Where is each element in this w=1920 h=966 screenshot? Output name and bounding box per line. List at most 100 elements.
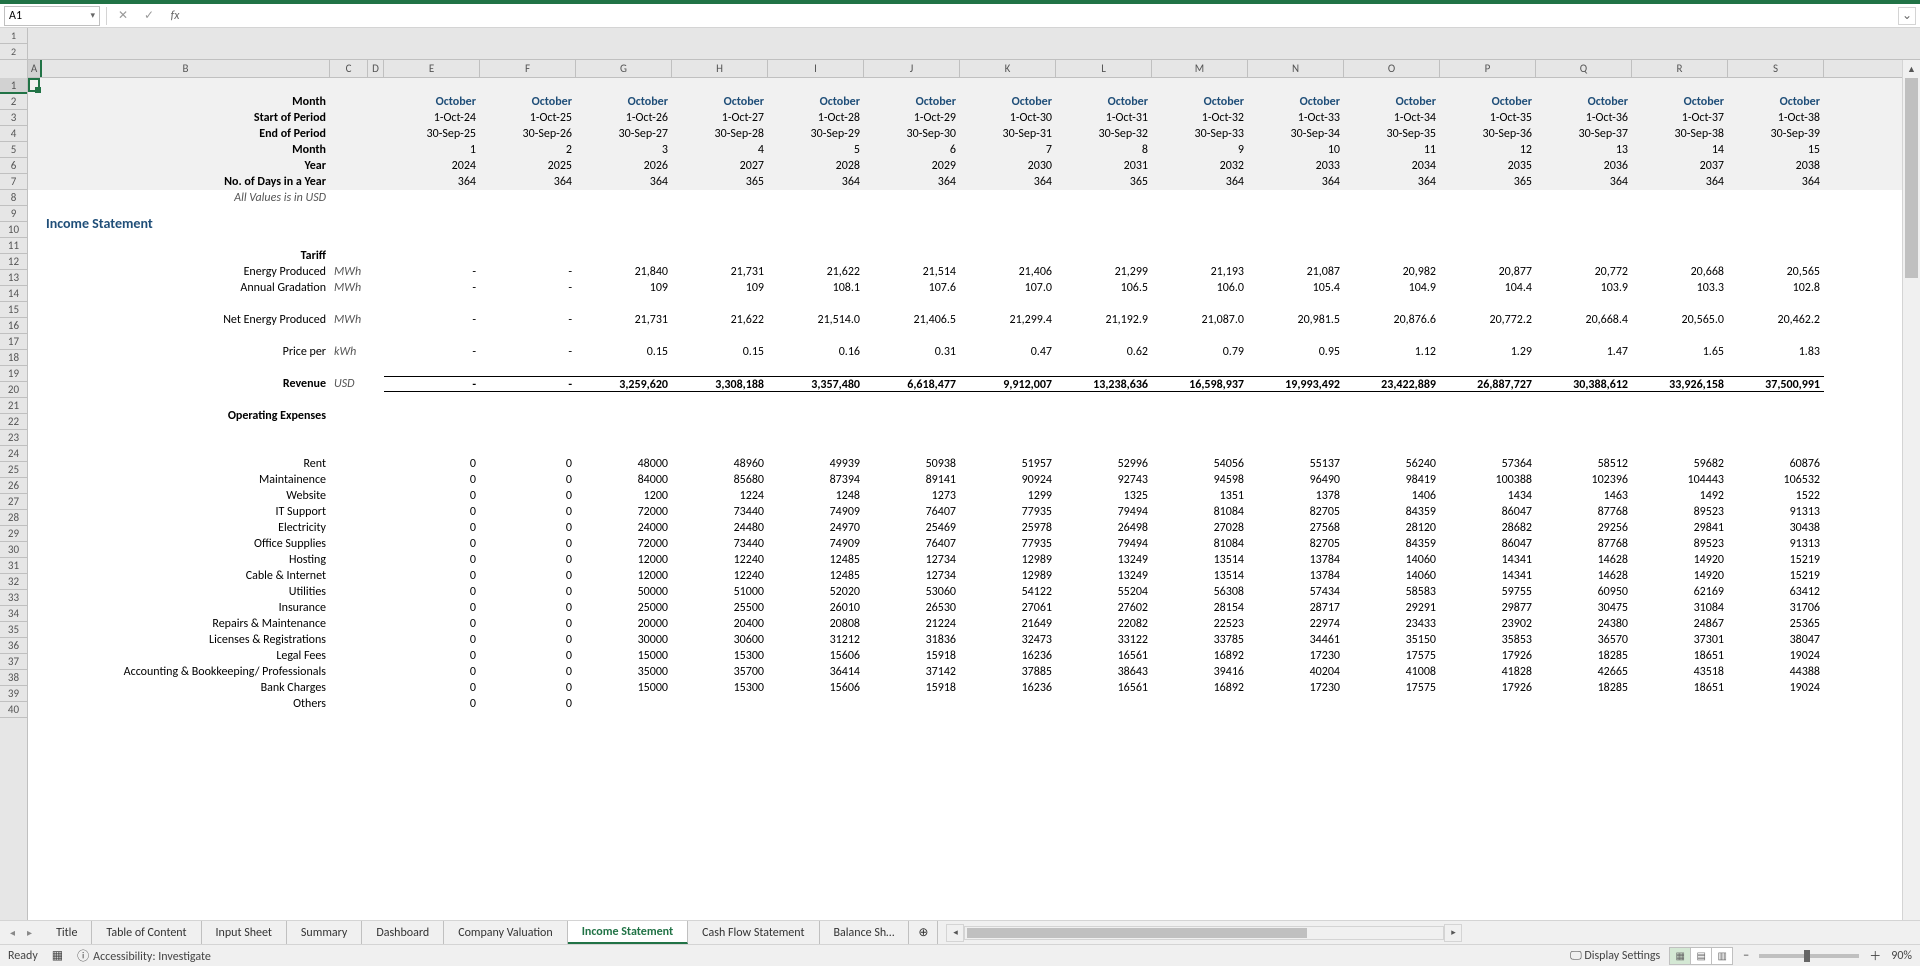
cell[interactable]: 41828: [1440, 664, 1536, 680]
cell[interactable]: 1299: [960, 488, 1056, 504]
cell[interactable]: [960, 190, 1056, 206]
cell[interactable]: 30-Sep-38: [1632, 126, 1728, 142]
cell[interactable]: 51000: [672, 584, 768, 600]
cell[interactable]: [768, 360, 864, 376]
cell[interactable]: [28, 440, 42, 456]
cell[interactable]: 56308: [1152, 584, 1248, 600]
cell[interactable]: Bank Charges: [42, 680, 330, 696]
cell[interactable]: [368, 78, 384, 94]
cell[interactable]: [28, 142, 42, 158]
column-header[interactable]: L: [1056, 60, 1152, 77]
row-header[interactable]: 38: [0, 670, 27, 686]
cell[interactable]: [480, 424, 576, 440]
cell[interactable]: [576, 408, 672, 424]
cell[interactable]: October: [1248, 94, 1344, 110]
cell[interactable]: [384, 206, 480, 216]
cell[interactable]: [1728, 216, 1824, 232]
column-header[interactable]: Q: [1536, 60, 1632, 77]
cell[interactable]: [1056, 392, 1152, 408]
cell[interactable]: [28, 552, 42, 568]
cell[interactable]: [368, 616, 384, 632]
cell[interactable]: [1152, 328, 1248, 344]
hscroll-thumb[interactable]: [967, 928, 1307, 938]
cell[interactable]: 0: [384, 648, 480, 664]
cell[interactable]: [330, 552, 368, 568]
cell[interactable]: 0: [384, 696, 480, 712]
cell[interactable]: 0.15: [576, 344, 672, 360]
cell[interactable]: 1248: [768, 488, 864, 504]
cell[interactable]: [960, 392, 1056, 408]
cell[interactable]: [1344, 696, 1440, 712]
cell[interactable]: [28, 520, 42, 536]
cell[interactable]: 16561: [1056, 648, 1152, 664]
cell[interactable]: 14628: [1536, 568, 1632, 584]
row-header[interactable]: 1: [0, 78, 27, 94]
column-header[interactable]: H: [672, 60, 768, 77]
cell[interactable]: 35700: [672, 664, 768, 680]
cell[interactable]: [330, 568, 368, 584]
cell[interactable]: [1440, 696, 1536, 712]
cell[interactable]: 104443: [1632, 472, 1728, 488]
cell[interactable]: [1536, 248, 1632, 264]
cell[interactable]: [28, 600, 42, 616]
cell[interactable]: 14341: [1440, 552, 1536, 568]
cell[interactable]: 104.4: [1440, 280, 1536, 296]
cell[interactable]: 1: [384, 142, 480, 158]
column-header[interactable]: R: [1632, 60, 1728, 77]
cell[interactable]: 24970: [768, 520, 864, 536]
cell[interactable]: [1632, 408, 1728, 424]
cell[interactable]: 2033: [1248, 158, 1344, 174]
cell[interactable]: End of Period: [42, 126, 330, 142]
cell[interactable]: 27568: [1248, 520, 1344, 536]
cell[interactable]: 364: [1344, 174, 1440, 190]
cell[interactable]: 26498: [1056, 520, 1152, 536]
cell[interactable]: 0: [384, 472, 480, 488]
cell[interactable]: 15219: [1728, 552, 1824, 568]
cell[interactable]: [1344, 296, 1440, 312]
cell[interactable]: 89141: [864, 472, 960, 488]
cell[interactable]: 21,731: [576, 312, 672, 328]
cell[interactable]: 21,622: [768, 264, 864, 280]
cell[interactable]: [368, 158, 384, 174]
cell[interactable]: 84359: [1344, 504, 1440, 520]
cell[interactable]: [330, 360, 368, 376]
cell[interactable]: [28, 94, 42, 110]
cell[interactable]: [960, 206, 1056, 216]
cell[interactable]: [1536, 696, 1632, 712]
cell[interactable]: 60950: [1536, 584, 1632, 600]
cell[interactable]: [384, 440, 480, 456]
cell[interactable]: 21,193: [1152, 264, 1248, 280]
row-header[interactable]: 17: [0, 334, 27, 350]
cell[interactable]: [1728, 392, 1824, 408]
cell[interactable]: 15918: [864, 648, 960, 664]
cell[interactable]: Legal Fees: [42, 648, 330, 664]
cell[interactable]: [480, 216, 576, 232]
row-header[interactable]: 29: [0, 526, 27, 542]
cell[interactable]: [960, 248, 1056, 264]
cell[interactable]: 27602: [1056, 600, 1152, 616]
cell[interactable]: [368, 328, 384, 344]
cell[interactable]: 103.9: [1536, 280, 1632, 296]
cell[interactable]: [1728, 328, 1824, 344]
cell[interactable]: Repairs & Maintenance: [42, 616, 330, 632]
cell[interactable]: [1056, 328, 1152, 344]
column-header[interactable]: I: [768, 60, 864, 77]
cell[interactable]: 63412: [1728, 584, 1824, 600]
cell[interactable]: [1248, 360, 1344, 376]
cell[interactable]: 0: [480, 664, 576, 680]
cell[interactable]: 21,514.0: [768, 312, 864, 328]
cell[interactable]: [330, 664, 368, 680]
cell[interactable]: [1536, 78, 1632, 94]
cell[interactable]: 1-Oct-33: [1248, 110, 1344, 126]
cell[interactable]: 17575: [1344, 648, 1440, 664]
cell[interactable]: [28, 424, 42, 440]
cell[interactable]: [368, 94, 384, 110]
cell[interactable]: [28, 488, 42, 504]
cell[interactable]: October: [1344, 94, 1440, 110]
row-header[interactable]: 32: [0, 574, 27, 590]
cell[interactable]: 1200: [576, 488, 672, 504]
row-header[interactable]: 33: [0, 590, 27, 606]
sheet-tab[interactable]: Income Statement: [568, 921, 688, 944]
cell[interactable]: 81084: [1152, 536, 1248, 552]
cell[interactable]: [28, 206, 42, 216]
